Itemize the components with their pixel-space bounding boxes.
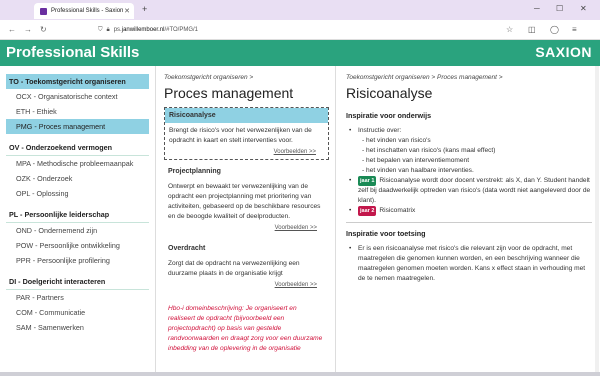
sidebar-section-title[interactable]: DI - Doelgericht interacteren	[6, 274, 149, 290]
year-badge: jaar 2	[358, 206, 377, 216]
examples-link[interactable]: Voorbeelden >>	[164, 282, 329, 292]
section-heading-toetsing: Inspiratie voor toetsing	[346, 229, 426, 238]
sidebar-item-pow[interactable]: POW - Persoonlijke ontwikkeling	[6, 238, 149, 253]
tab-title: Professional Skills - Saxion	[51, 8, 124, 14]
card-body: Brengt de risico's voor het verwezenlijk…	[169, 127, 312, 144]
tab-bar: Professional Skills - Saxion ✕ + ─ ☐ ✕	[0, 0, 600, 20]
sidebar-item-ond[interactable]: OND - Ondernemend zijn	[6, 223, 149, 238]
card-risicoanalyse[interactable]: Risicoanalyse Brengt de risico's voor he…	[164, 107, 329, 160]
sidebar-item-pmg[interactable]: PMG - Proces management	[6, 119, 149, 134]
list-item: Instructie over:	[346, 126, 592, 136]
account-icon[interactable]: ◯	[550, 25, 559, 34]
favicon-icon	[40, 7, 47, 15]
menu-icon[interactable]: ≡	[572, 25, 577, 34]
close-window-icon[interactable]: ✕	[580, 4, 587, 13]
new-tab-icon[interactable]: +	[142, 4, 147, 14]
url-bar[interactable]: ⛉ 🔒︎ ps.janwillemboer.nl/#TO/PMG/1	[98, 23, 498, 37]
nav-bar: ← → ↻ ⛉ 🔒︎ ps.janwillemboer.nl/#TO/PMG/1…	[0, 20, 600, 40]
breadcrumb[interactable]: Toekomstgericht organiseren > Proces man…	[346, 74, 592, 81]
list-item: jaar 2Risicomatrix	[346, 206, 592, 216]
sidebar-section-title[interactable]: TO - Toekomstgericht organiseren	[6, 74, 149, 89]
sidebar-item-eth[interactable]: ETH - Ethiek	[6, 104, 149, 119]
shield-icon: ⛉	[98, 26, 103, 33]
sidebar-section-title[interactable]: OV - Onderzoekend vermogen	[6, 140, 149, 156]
domain-description: Hbo-i domeinbeschrijving: Je organiseert…	[168, 305, 323, 352]
competence-column: Toekomstgericht organiseren > Proces man…	[158, 66, 336, 372]
scrollbar[interactable]	[595, 66, 599, 372]
list-item: Er is een risicoanalyse met risico's die…	[346, 244, 592, 284]
card-body: Zorgt dat de opdracht na verwezenlijking…	[168, 260, 300, 277]
card-overdracht[interactable]: Overdracht Zorgt dat de opdracht na verw…	[164, 241, 329, 292]
sidebar-item-com[interactable]: COM - Communicatie	[6, 305, 149, 320]
card-title: Risicoanalyse	[165, 108, 328, 123]
list-item: jaar 1Risicoanalyse wordt door docent ve…	[346, 176, 592, 206]
card-title: Projectplanning	[168, 168, 221, 175]
minimize-icon[interactable]: ─	[534, 4, 540, 13]
card-body: Ontwerpt en bewaakt ter verwezenlijking …	[168, 183, 321, 220]
sidebar: TO - Toekomstgericht organiseren OCX - O…	[0, 66, 156, 372]
detail-title: Risicoanalyse	[346, 85, 433, 101]
sub-item: - het inschatten van risico's (kans maal…	[362, 147, 496, 154]
sidebar-item-ppr[interactable]: PPR - Persoonlijke profilering	[6, 253, 149, 268]
sidebar-item-mpa[interactable]: MPA - Methodische probleemaanpak	[6, 156, 149, 171]
sub-item: - het vinden van haalbare interventies.	[362, 167, 474, 174]
year-badge: jaar 1	[358, 176, 377, 186]
sidebar-section-di: DI - Doelgericht interacteren PAR - Part…	[6, 274, 149, 335]
back-icon[interactable]: ←	[8, 25, 16, 34]
reload-icon[interactable]: ↻	[40, 25, 47, 34]
section-heading-onderwijs: Inspiratie voor onderwijs	[346, 111, 432, 120]
breadcrumb[interactable]: Toekomstgericht organiseren >	[164, 74, 329, 81]
maximize-icon[interactable]: ☐	[556, 4, 563, 13]
detail-column: Toekomstgericht organiseren > Proces man…	[338, 66, 600, 372]
sub-item: - het vinden van risico's	[362, 137, 431, 144]
saxion-logo: SAXION	[535, 44, 592, 60]
sub-item: - het bepalen van interventiemoment	[362, 157, 470, 164]
site-title[interactable]: Professional Skills	[6, 44, 139, 61]
sidebar-section-title[interactable]: PL - Persoonlijke leiderschap	[6, 207, 149, 223]
sidebar-section-pl: PL - Persoonlijke leiderschap OND - Onde…	[6, 207, 149, 268]
card-projectplanning[interactable]: Projectplanning Ontwerpt en bewaakt ter …	[164, 164, 329, 235]
sidebar-item-par[interactable]: PAR - Partners	[6, 290, 149, 305]
divider	[346, 222, 592, 223]
close-tab-icon[interactable]: ✕	[124, 7, 130, 15]
forward-icon[interactable]: →	[24, 25, 32, 34]
lock-icon: 🔒︎	[106, 26, 110, 33]
browser-chrome: Professional Skills - Saxion ✕ + ─ ☐ ✕ ←…	[0, 0, 600, 40]
page-title: Proces management	[164, 85, 294, 101]
browser-tab[interactable]: Professional Skills - Saxion ✕	[34, 3, 134, 19]
pocket-icon[interactable]: ◫	[528, 25, 536, 34]
bookmark-icon[interactable]: ☆	[506, 25, 513, 34]
sidebar-section-ov: OV - Onderzoekend vermogen MPA - Methodi…	[6, 140, 149, 201]
examples-link[interactable]: Voorbeelden >>	[165, 149, 328, 159]
sidebar-item-sam[interactable]: SAM - Samenwerken	[6, 320, 149, 335]
site-header: Professional Skills SAXION	[0, 40, 600, 66]
sidebar-item-ocx[interactable]: OCX - Organisatorische context	[6, 89, 149, 104]
sidebar-item-ozk[interactable]: OZK - Onderzoek	[6, 171, 149, 186]
sidebar-section-to: TO - Toekomstgericht organiseren OCX - O…	[6, 74, 149, 134]
main-content: TO - Toekomstgericht organiseren OCX - O…	[0, 66, 600, 372]
examples-link[interactable]: Voorbeelden >>	[164, 225, 329, 235]
url-host: janwillemboer.nl	[121, 27, 165, 33]
card-title: Overdracht	[168, 245, 206, 252]
sidebar-item-opl[interactable]: OPL - Oplossing	[6, 186, 149, 201]
